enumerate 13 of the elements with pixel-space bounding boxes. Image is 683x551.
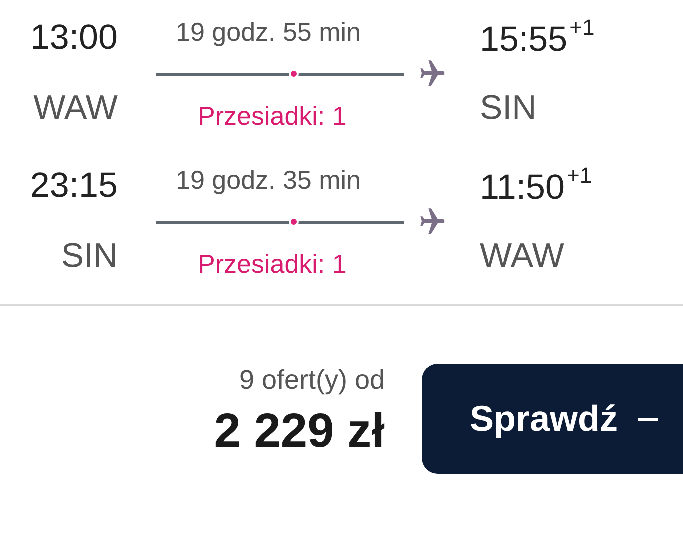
arrival-airport: WAW xyxy=(480,236,566,277)
flight-duration: 19 godz. 35 min xyxy=(176,164,362,197)
stops-count: Przesiadki: 1 xyxy=(198,248,347,281)
stops-count: Przesiadki: 1 xyxy=(198,100,347,133)
price: 2 229 zł xyxy=(214,404,385,460)
departure-time: 13:00 xyxy=(30,17,118,59)
arrival-airport: SIN xyxy=(480,88,538,129)
departure-time: 23:15 xyxy=(30,165,118,207)
departure-airport: WAW xyxy=(34,88,118,129)
offers-count: 9 ofert(y) od xyxy=(239,364,385,396)
flight-duration: 19 godz. 55 min xyxy=(176,16,362,49)
departure-airport: SIN xyxy=(61,236,118,277)
check-button[interactable]: Sprawdź xyxy=(422,364,683,474)
